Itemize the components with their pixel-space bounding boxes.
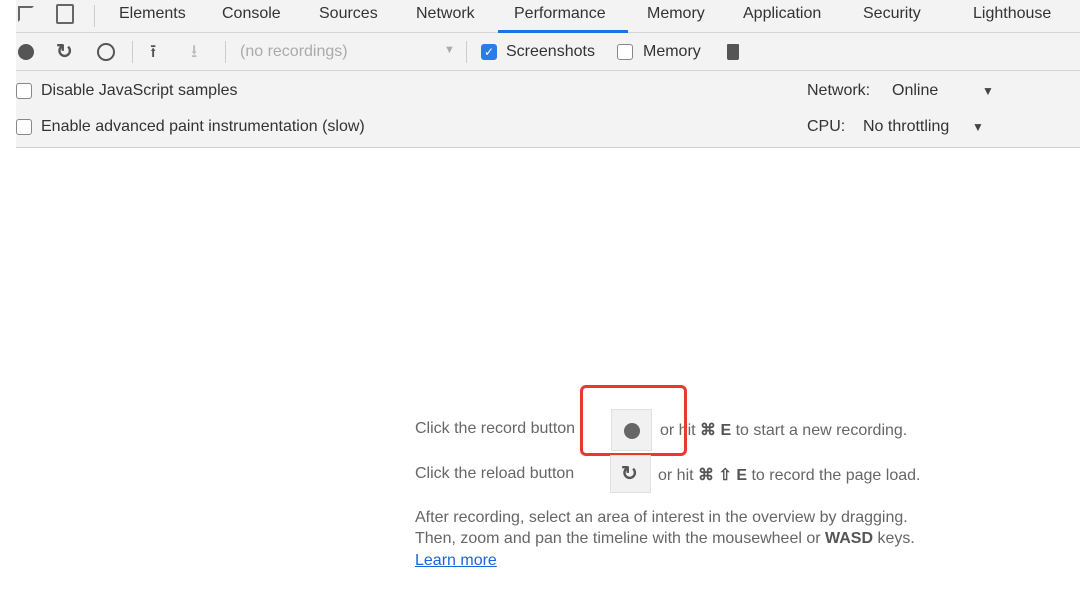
tab-performance[interactable]: Performance [514,5,606,23]
divider [132,41,133,63]
reload-icon: ↻ [621,463,638,485]
learn-more-link[interactable]: Learn more [415,552,497,570]
disable-js-samples-label: Disable JavaScript samples [41,82,238,99]
after-recording-text: After recording, select an area of inter… [415,509,908,526]
network-throttle-select[interactable]: Online [892,82,938,100]
reload-instruction-suffix: or hit ⌘ ⇧ E to record the page load. [658,467,921,484]
divider [466,41,467,63]
screenshots-label: Screenshots [506,43,595,60]
advanced-paint-label: Enable advanced paint instrumentation (s… [41,118,365,135]
save-profile-icon[interactable]: ⭳ [191,39,197,69]
tab-lighthouse[interactable]: Lighthouse [973,5,1051,23]
chevron-down-icon[interactable]: ▼ [982,84,994,98]
tab-bar: Elements Console Sources Network Perform… [16,0,1080,33]
tab-elements[interactable]: Elements [119,5,186,23]
screenshots-checkbox[interactable]: ✓ [481,44,497,60]
record-instruction-suffix: or hit ⌘ E to start a new recording. [660,422,908,439]
zoom-pan-text: Then, zoom and pan the timeline with the… [415,530,915,547]
disable-js-samples-checkbox[interactable] [16,83,32,99]
cpu-label: CPU: [807,118,846,135]
divider [94,5,95,27]
chevron-down-icon[interactable]: ▼ [972,120,984,134]
reload-record-icon[interactable]: ↻ [56,39,73,64]
tab-network[interactable]: Network [416,5,475,23]
cpu-throttle-select[interactable]: No throttling [863,118,949,136]
clear-icon[interactable] [97,43,115,61]
tab-security[interactable]: Security [863,5,921,23]
tab-memory[interactable]: Memory [647,5,705,23]
recordings-select[interactable]: (no recordings) [240,43,348,61]
device-toolbar-icon[interactable] [56,4,74,24]
load-profile-icon[interactable]: ⭱ [150,39,156,69]
tab-console[interactable]: Console [222,5,281,23]
memory-label: Memory [643,43,701,60]
devtools-toolbar: Elements Console Sources Network Perform… [16,0,1080,148]
tab-sources[interactable]: Sources [319,5,378,23]
reload-instruction-prefix: Click the reload button [415,465,575,482]
memory-checkbox[interactable] [617,44,633,60]
advanced-paint-checkbox[interactable] [16,119,32,135]
highlight-box [580,385,687,456]
tab-application[interactable]: Application [743,5,821,23]
inspect-element-icon[interactable] [18,6,34,22]
performance-toolbar: ↻ ⭱ ⭳ (no recordings) ▼ ✓ Screenshots Me… [16,33,1080,71]
record-instruction-prefix: Click the record button [415,420,576,437]
record-icon[interactable] [18,44,34,60]
reload-button[interactable]: ↻ [610,455,651,493]
trash-icon[interactable] [727,44,739,60]
network-label: Network: [807,82,871,99]
divider [225,41,226,63]
chevron-down-icon[interactable]: ▼ [444,44,455,56]
